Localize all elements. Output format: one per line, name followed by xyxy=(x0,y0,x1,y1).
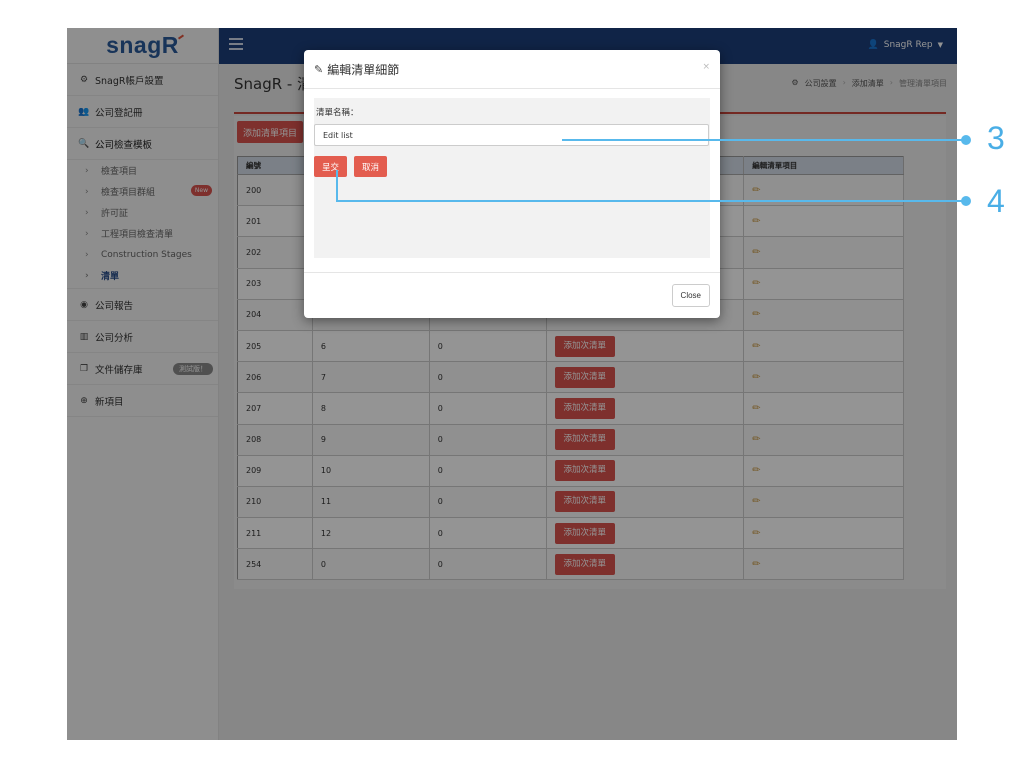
callout-3-dot xyxy=(961,135,971,145)
cancel-button[interactable]: 取消 xyxy=(354,156,388,177)
list-name-input[interactable] xyxy=(314,124,709,146)
modal-footer: Close xyxy=(304,272,720,318)
modal-title: 編輯清單細節 xyxy=(327,62,400,77)
submit-button[interactable]: 呈交 xyxy=(314,156,348,177)
edit-icon: ✎ xyxy=(314,62,324,76)
callout-4-dot xyxy=(961,196,971,206)
list-name-label: 清單名稱： xyxy=(316,108,359,118)
callout-4-line xyxy=(336,200,966,202)
callout-3-number: 3 xyxy=(987,120,1005,156)
callout-4-line xyxy=(336,170,338,202)
edit-list-modal: ✎ 編輯清單細節 × 清單名稱： 呈交 取消 Close xyxy=(304,50,720,318)
close-button[interactable]: Close xyxy=(671,284,710,307)
modal-header: ✎ 編輯清單細節 × xyxy=(304,50,720,89)
callout-4-number: 4 xyxy=(987,183,1005,219)
callout-3-line xyxy=(562,139,966,141)
modal-form: 清單名稱： 呈交 取消 xyxy=(314,98,710,258)
close-icon[interactable]: × xyxy=(702,62,710,72)
